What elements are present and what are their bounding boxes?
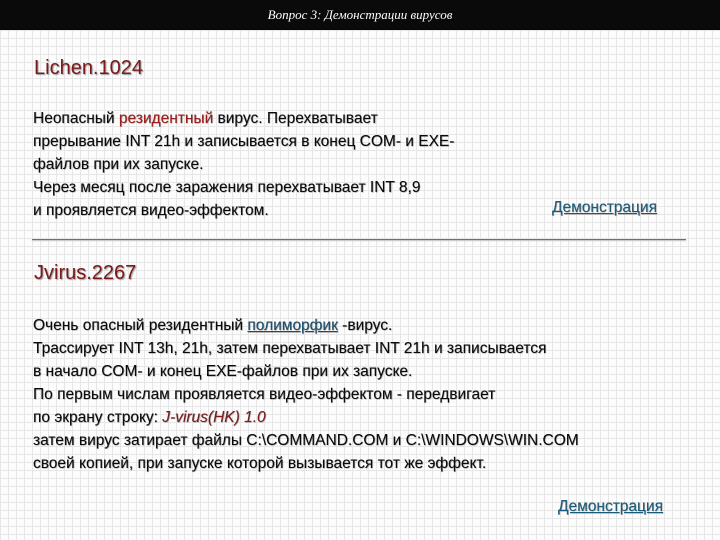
text-line: своей копией, при запуске которой вызыва…: [33, 455, 487, 472]
text-line: затем вирус затирает файлы C:\COMMAND.CO…: [33, 432, 579, 449]
section-divider: [32, 239, 686, 240]
text-fragment: Неопасный: [33, 110, 119, 127]
text-line: в начало COM- и конец EXE-файлов при их …: [33, 363, 413, 380]
highlight-resident: резидентный: [118, 110, 214, 127]
section-heading-jvirus: Jvirus.2267: [34, 262, 137, 284]
text-line: и проявляется видео-эффектом.: [33, 202, 269, 219]
text-line: По первым числам проявляется видео-эффек…: [33, 386, 496, 403]
text-line: Через месяц после заражения перехватывае…: [33, 179, 421, 196]
text-line: Очень опасный резидентный полиморфик -ви…: [33, 314, 392, 337]
polymorphic-link[interactable]: полиморфик: [247, 317, 337, 334]
text-line: Трассирует INT 13h, 21h, затем перехваты…: [33, 340, 547, 357]
demo-link-lichen[interactable]: Демонстрация: [552, 199, 657, 217]
section-heading-lichen: Lichen.1024: [34, 57, 143, 79]
text-fragment: вирус. Перехватывает: [213, 110, 378, 127]
text-line: прерывание INT 21h и записывается в коне…: [33, 133, 455, 150]
text-fragment: -вирус.: [337, 317, 393, 334]
text-fragment: по экрану строку:: [33, 409, 163, 426]
text-line: Неопасный резидентный вирус. Перехватыва…: [33, 107, 378, 130]
slide-title: Вопрос 3: Демонстрации вирусов: [0, 0, 720, 30]
text-line: файлов при их запуске.: [33, 156, 204, 173]
demo-link-jvirus[interactable]: Демонстрация: [558, 498, 663, 516]
virus-string: J-virus(HK) 1.0: [162, 409, 266, 426]
text-line: по экрану строку: J-virus(HK) 1.0: [33, 406, 266, 429]
text-fragment: Очень опасный резидентный: [33, 317, 248, 334]
